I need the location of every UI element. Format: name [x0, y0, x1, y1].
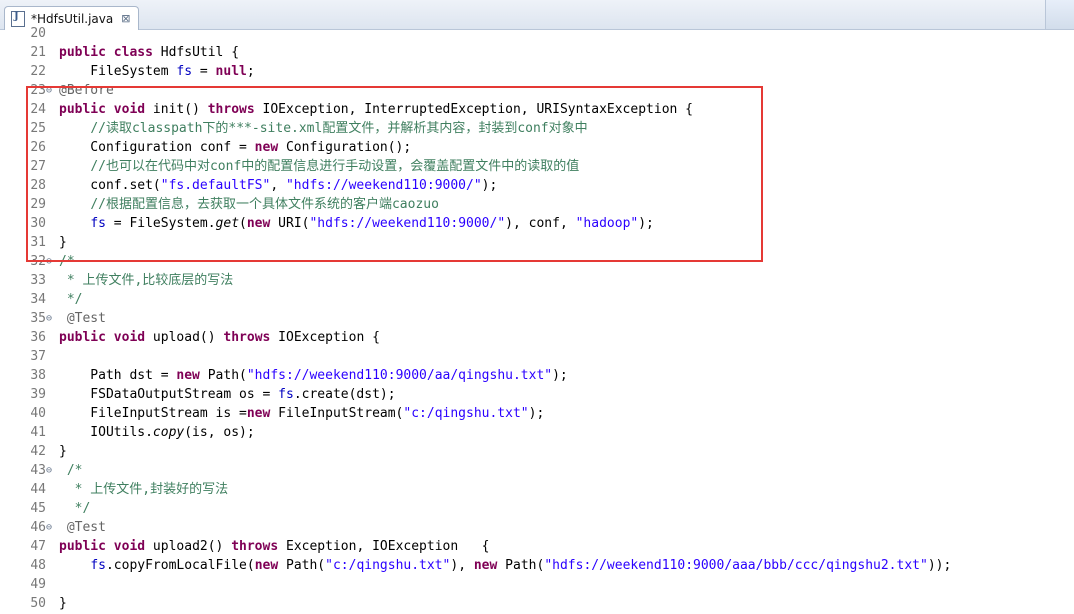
code-text: fs.copyFromLocalFile(new Path("c:/qingsh… — [90, 558, 952, 573]
code-text: @Before — [59, 83, 114, 98]
code-line[interactable]: 38 Path dst = new Path("hdfs://weekend11… — [0, 366, 1074, 385]
code-text: Configuration conf = new Configuration()… — [59, 140, 412, 155]
code-text: //读取classpath下的***-site.xml配置文件，并解析其内容，封… — [90, 121, 588, 136]
fold-toggle-icon[interactable]: ⊖ — [46, 461, 56, 480]
code-line[interactable]: 20 — [0, 24, 1074, 43]
code-line[interactable]: 30 fs = FileSystem.get(new URI("hdfs://w… — [0, 214, 1074, 233]
line-number: 46 — [30, 520, 46, 535]
code-line[interactable]: 40 FileInputStream is =new FileInputStre… — [0, 404, 1074, 423]
code-text: public void upload2() throws Exception, … — [59, 539, 490, 554]
line-number: 40 — [30, 406, 46, 421]
code-text: conf.set("fs.defaultFS", "hdfs://weekend… — [59, 178, 498, 193]
code-line[interactable]: 29 //根据配置信息，去获取一个具体文件系统的客户端caozuo — [0, 195, 1074, 214]
line-number: 34 — [30, 292, 46, 307]
code-line[interactable]: 24 public void init() throws IOException,… — [0, 100, 1074, 119]
code-text: //根据配置信息，去获取一个具体文件系统的客户端caozuo — [90, 197, 439, 212]
code-line[interactable]: 26 Configuration conf = new Configuratio… — [0, 138, 1074, 157]
code-text: public void upload() throws IOException … — [59, 330, 380, 345]
code-line[interactable]: 36 public void upload() throws IOExceptio… — [0, 328, 1074, 347]
line-number: 29 — [30, 197, 46, 212]
code-text: FileInputStream is =new FileInputStream(… — [59, 406, 545, 421]
code-line[interactable]: 28 conf.set("fs.defaultFS", "hdfs://week… — [0, 176, 1074, 195]
code-line[interactable]: 37 — [0, 347, 1074, 366]
line-number: 37 — [30, 349, 46, 364]
code-line[interactable]: 23 ⊖ @Before — [0, 81, 1074, 100]
line-number: 32 — [30, 254, 46, 269]
code-line[interactable]: 25 //读取classpath下的***-site.xml配置文件，并解析其内… — [0, 119, 1074, 138]
code-line[interactable]: 46 ⊖ @Test — [0, 518, 1074, 537]
code-line[interactable]: 47 public void upload2() throws Exception… — [0, 537, 1074, 556]
line-number: 33 — [30, 273, 46, 288]
line-number: 38 — [30, 368, 46, 383]
code-text: } — [59, 444, 67, 459]
line-number: 49 — [30, 577, 46, 592]
line-number: 21 — [30, 45, 46, 60]
line-number: 47 — [30, 539, 46, 554]
line-number: 45 — [30, 501, 46, 516]
fold-toggle-icon[interactable]: ⊖ — [46, 518, 56, 537]
fold-toggle-icon[interactable]: ⊖ — [46, 252, 56, 271]
code-text: FileSystem fs = null; — [59, 64, 255, 79]
line-number: 20 — [30, 26, 46, 41]
code-line[interactable]: 22 FileSystem fs = null; — [0, 62, 1074, 81]
code-line[interactable]: 42} — [0, 442, 1074, 461]
code-line[interactable]: 32 ⊖/* — [0, 252, 1074, 271]
line-number: 43 — [30, 463, 46, 478]
line-number: 39 — [30, 387, 46, 402]
code-line[interactable]: 44 * 上传文件,封装好的写法 — [0, 480, 1074, 499]
code-text: */ — [59, 292, 83, 307]
code-text: } — [59, 235, 67, 250]
line-number: 35 — [30, 311, 46, 326]
line-number: 44 — [30, 482, 46, 497]
line-number: 50 — [30, 596, 46, 611]
line-number: 31 — [30, 235, 46, 250]
line-number: 42 — [30, 444, 46, 459]
code-line[interactable]: 35 ⊖ @Test — [0, 309, 1074, 328]
code-line[interactable]: 34 */ — [0, 290, 1074, 309]
code-line[interactable]: 48 fs.copyFromLocalFile(new Path("c:/qin… — [0, 556, 1074, 575]
code-line[interactable]: 27 //也可以在代码中对conf中的配置信息进行手动设置，会覆盖配置文件中的读… — [0, 157, 1074, 176]
code-text: IOUtils.copy(is, os); — [59, 425, 255, 440]
fold-toggle-icon[interactable]: ⊖ — [46, 309, 56, 328]
code-line[interactable]: 50} — [0, 594, 1074, 613]
code-line[interactable]: 43 ⊖ /* — [0, 461, 1074, 480]
code-text: fs = FileSystem.get(new URI("hdfs://week… — [90, 216, 654, 231]
code-text: //也可以在代码中对conf中的配置信息进行手动设置，会覆盖配置文件中的读取的值 — [90, 159, 580, 174]
code-line[interactable]: 49 — [0, 575, 1074, 594]
code-line[interactable]: 41 IOUtils.copy(is, os); — [0, 423, 1074, 442]
code-text: } — [59, 596, 67, 611]
line-number: 26 — [30, 140, 46, 155]
code-text: * 上传文件,比较底层的写法 — [59, 273, 234, 288]
code-line[interactable]: 21 public class HdfsUtil { — [0, 43, 1074, 62]
line-number: 25 — [30, 121, 46, 136]
code-editor[interactable]: 20 21 public class HdfsUtil { 22 FileSystem… — [0, 26, 1074, 614]
line-number: 41 — [30, 425, 46, 440]
fold-toggle-icon[interactable]: ⊖ — [46, 81, 56, 100]
code-text: FSDataOutputStream os = fs.create(dst); — [59, 387, 396, 402]
line-number: 28 — [30, 178, 46, 193]
code-text: /* — [59, 254, 75, 269]
code-text: */ — [59, 501, 91, 516]
code-text: Path dst = new Path("hdfs://weekend110:9… — [59, 368, 568, 383]
eclipse-editor-window: J *HdfsUtil.java ⊠ 20 21 public class Hdfs… — [0, 0, 1074, 614]
code-line[interactable]: 45 */ — [0, 499, 1074, 518]
code-text: public class HdfsUtil { — [59, 45, 240, 60]
code-text: @Test — [66, 520, 106, 535]
line-number: 36 — [30, 330, 46, 345]
line-number: 27 — [30, 159, 46, 174]
line-number: 30 — [30, 216, 46, 231]
line-number: 24 — [30, 102, 46, 117]
code-line[interactable]: 31} — [0, 233, 1074, 252]
line-number: 23 — [30, 83, 46, 98]
code-text: public void init() throws IOException, I… — [59, 102, 693, 117]
code-text: * 上传文件,封装好的写法 — [59, 482, 229, 497]
code-text: /* — [66, 463, 83, 478]
code-text: @Test — [66, 311, 106, 326]
code-line[interactable]: 33 * 上传文件,比较底层的写法 — [0, 271, 1074, 290]
line-number: 22 — [30, 64, 46, 79]
code-line[interactable]: 39 FSDataOutputStream os = fs.create(dst… — [0, 385, 1074, 404]
line-number: 48 — [30, 558, 46, 573]
